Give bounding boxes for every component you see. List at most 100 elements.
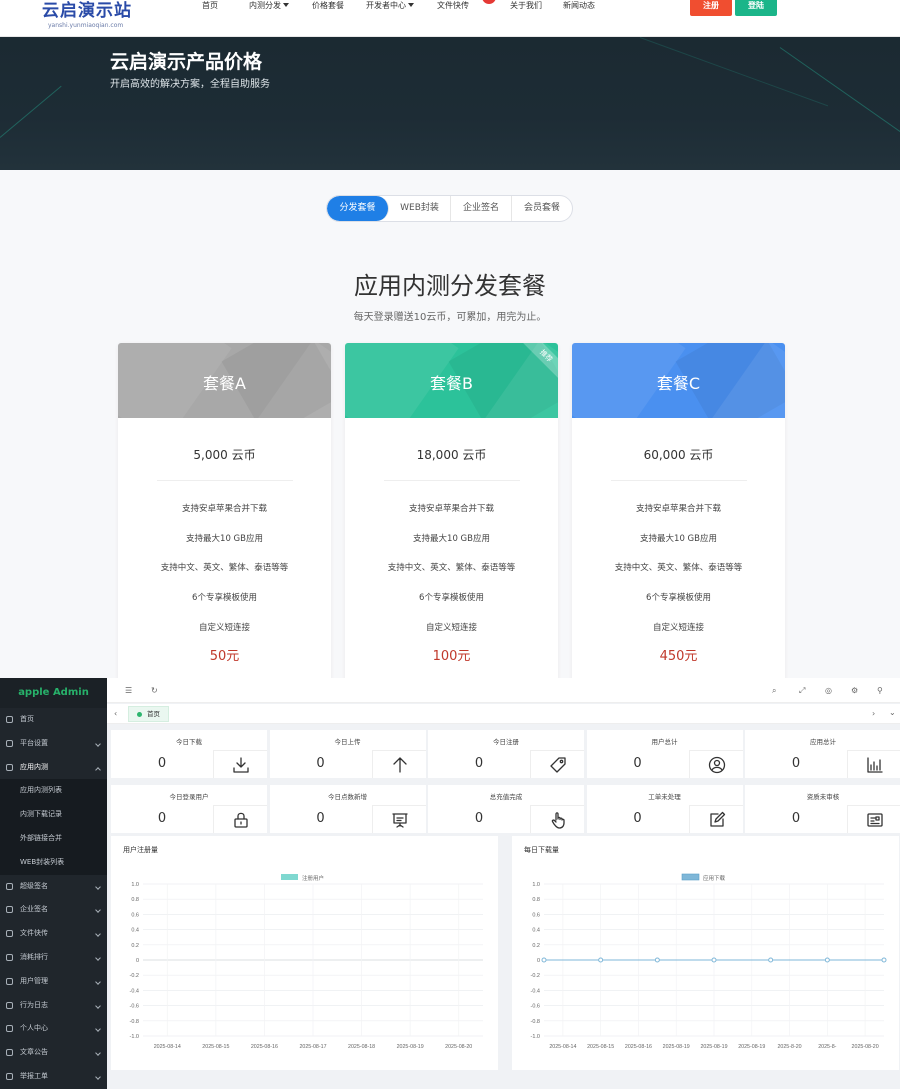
chevron-icon: [95, 740, 101, 747]
nav-item-6[interactable]: 新闻动态: [563, 0, 595, 12]
plan-coins: 5,000 云币: [193, 448, 256, 462]
plan-price[interactable]: 450元: [572, 645, 785, 664]
sidebar-item-1[interactable]: 平台设置: [0, 732, 107, 756]
legend-swatch[interactable]: [681, 873, 700, 881]
sidebar-subitem[interactable]: 应用内测列表: [0, 779, 107, 804]
gear-icon[interactable]: ⚙: [851, 686, 858, 695]
tag-menu-icon[interactable]: ⌄: [889, 708, 896, 717]
sidebar-item-label: 平台设置: [20, 738, 48, 747]
nav-item-2[interactable]: 价格套餐: [312, 0, 344, 12]
nav-item-1[interactable]: 内测分发: [249, 0, 289, 12]
stat-label: 今日点数新增: [328, 793, 367, 801]
tab-plan-0[interactable]: 分发套餐: [327, 196, 389, 221]
stat-icon-box: [530, 750, 584, 778]
bar-chart-icon: [867, 757, 883, 773]
sidebar-item-9[interactable]: 个人中心: [0, 1017, 107, 1041]
plan-price[interactable]: 100元: [345, 645, 558, 664]
tab-home[interactable]: 首页: [128, 706, 169, 722]
edit-icon: [709, 811, 725, 827]
lock-icon: [234, 812, 248, 828]
sidebar-item-label: 消耗排行: [20, 952, 48, 961]
page-subtitle: 开启高效的解决方案，全程自助服务: [110, 79, 270, 90]
data-point[interactable]: [711, 957, 717, 963]
y-tick-label: -0.6: [130, 1004, 139, 1010]
plan-tabs: 分发套餐 WEB封装 企业签名 会员套餐: [326, 195, 573, 222]
data-point[interactable]: [598, 957, 604, 963]
sidebar-item-2[interactable]: 应用内测: [0, 756, 107, 780]
menu-toggle-icon[interactable]: ☰: [125, 686, 132, 695]
user-circle-icon: [708, 756, 725, 774]
sidebar-item-4[interactable]: 企业签名: [0, 898, 107, 922]
top-navbar: 云启演示站 yanshi.yunmiaoqian.com 首页 内测分发 价格套餐 开…: [0, 0, 900, 37]
download-icon: [233, 757, 249, 773]
sidebar-item-label: 应用内测: [20, 762, 48, 771]
divider: [156, 480, 293, 481]
chevron-icon: [95, 1050, 101, 1056]
sidebar-item-label: 文件快传: [20, 929, 48, 938]
plan-name: 套餐A: [203, 374, 246, 393]
y-tick-label: -0.6: [531, 1004, 540, 1010]
data-point[interactable]: [654, 957, 660, 963]
register-button[interactable]: 注册: [690, 0, 732, 16]
tag-prev-icon[interactable]: ‹: [114, 709, 117, 718]
plan-feature: 支持安卓苹果合并下载: [408, 504, 494, 514]
registration-chart: 注册用户 1.0 0.8 0.6 0.4 0.2 0 -0.2 -0.4 -0.6 -0.8 -1.0…: [130, 874, 483, 1050]
data-point[interactable]: [824, 957, 830, 963]
stat-card: 应用总计 0: [745, 730, 900, 778]
sidebar-item-7[interactable]: 用户管理: [0, 970, 107, 994]
tab-plan-1[interactable]: WEB封装: [389, 196, 451, 221]
y-tick-label: 0.2: [131, 943, 139, 949]
nav-item-4[interactable]: 文件快传: [437, 0, 469, 12]
sidebar-subitem[interactable]: 内测下载记录: [0, 803, 107, 827]
presentation-icon: [391, 813, 408, 828]
data-point[interactable]: [541, 957, 547, 963]
sidebar-item-label: 首页: [20, 715, 34, 723]
menu-item-icon: [6, 739, 13, 747]
sidebar-item-label: 举报工单: [20, 1071, 48, 1080]
y-tick-label: 0.6: [532, 912, 540, 918]
stat-icon-box: [371, 805, 426, 833]
sidebar-subitem[interactable]: WEB封装列表: [0, 850, 107, 875]
sidebar-item-8[interactable]: 行为日志: [0, 994, 107, 1018]
user-icon[interactable]: ⚲: [877, 686, 883, 695]
plan-price[interactable]: 50元: [118, 645, 331, 664]
data-point[interactable]: [768, 957, 774, 963]
chevron-icon: [95, 1002, 101, 1009]
y-tick-label: 0.4: [131, 928, 139, 934]
admin-brand[interactable]: apple Admin: [0, 678, 107, 708]
tab-plan-2[interactable]: 企业签名: [451, 196, 512, 221]
tag-next-icon[interactable]: ›: [872, 709, 875, 718]
globe-icon[interactable]: ◎: [825, 686, 832, 695]
sidebar-item-5[interactable]: 文件快传: [0, 922, 107, 946]
stat-value: 0: [791, 756, 801, 771]
caret-down-icon: [283, 3, 289, 7]
nav-item-0[interactable]: 首页: [202, 0, 218, 12]
footer-strip: [107, 1070, 900, 1089]
plan-name: 套餐B: [430, 374, 473, 393]
nav-item-5[interactable]: 关于我们: [510, 0, 542, 12]
y-tick-label: 1.0: [532, 882, 540, 888]
plan-feature: 支持中文、英文、繁体、泰语等等: [614, 563, 743, 574]
search-icon[interactable]: ⌕: [772, 686, 776, 695]
sidebar-item-3[interactable]: 超级签名: [0, 875, 107, 899]
tab-plan-3[interactable]: 会员套餐: [512, 196, 572, 221]
notification-dot: [482, 0, 496, 4]
site-logo[interactable]: 云启演示站 yanshi.yunmiaoqian.com: [42, 0, 132, 30]
fullscreen-icon[interactable]: ⤢: [799, 686, 805, 695]
sidebar-item-10[interactable]: 文章公告: [0, 1041, 107, 1065]
sidebar-subitem[interactable]: 外部链接合并: [0, 826, 107, 851]
x-tick-label: 2025-08-14: [549, 1044, 576, 1050]
legend-swatch[interactable]: [281, 874, 298, 880]
sidebar-item-0[interactable]: 首页: [0, 708, 107, 732]
sidebar-item-11[interactable]: 举报工单: [0, 1065, 107, 1089]
stat-icon-box: [688, 750, 743, 778]
x-tick-label: 2025-08-17: [299, 1044, 326, 1050]
menu-item-icon: [6, 716, 13, 723]
refresh-icon[interactable]: ↻: [151, 686, 158, 695]
data-point[interactable]: [881, 957, 887, 963]
nav-item-3[interactable]: 开发者中心: [366, 0, 414, 12]
sidebar-item-6[interactable]: 消耗排行: [0, 946, 107, 970]
registration-chart-panel: 用户注册量 注册用户 1.0 0.8 0.6 0.4 0.2 0 -0.2 -0.4 -0.6 -0…: [111, 836, 498, 1076]
nav-item-label: 关于我们: [510, 1, 542, 10]
login-button[interactable]: 登陆: [735, 0, 777, 16]
